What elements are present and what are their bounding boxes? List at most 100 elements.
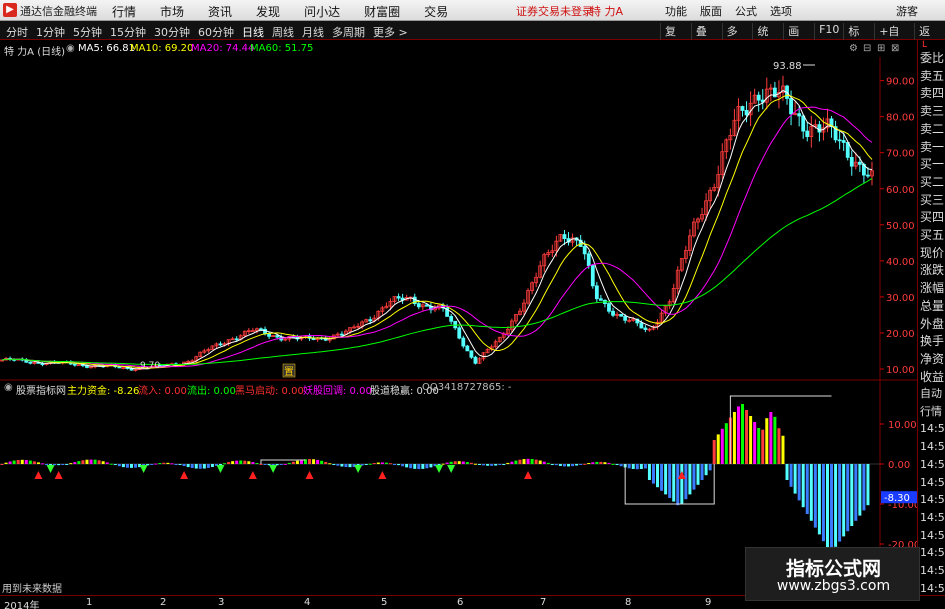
time-axis-label: 2 bbox=[160, 597, 167, 608]
tab-auto[interactable]: 自动 bbox=[920, 385, 945, 403]
quote-buy4: 买四 bbox=[920, 210, 945, 225]
quote-sell2: 卖二 bbox=[920, 121, 945, 136]
quote-buy1: 买一 bbox=[920, 157, 945, 172]
indicator-bar bbox=[813, 464, 817, 528]
candle-body bbox=[218, 343, 223, 346]
menu-xuanxiang[interactable]: 选项 bbox=[770, 3, 792, 19]
indicator-bar bbox=[635, 464, 639, 470]
indicator-bar bbox=[4, 462, 8, 464]
tick-time: 14:50 bbox=[920, 475, 945, 489]
period-tab-weekly[interactable]: 周线 bbox=[272, 24, 294, 40]
indicator-bar bbox=[81, 460, 85, 464]
indicator-bar bbox=[668, 464, 672, 498]
menu-gongneng[interactable]: 功能 bbox=[665, 3, 687, 19]
indicator-bar bbox=[712, 440, 716, 464]
trading-login-notice[interactable]: 证券交易未登录 bbox=[516, 3, 593, 19]
period-tab-fenshi[interactable]: 分时 bbox=[6, 24, 28, 40]
menu-zixun[interactable]: 资讯 bbox=[208, 3, 232, 20]
indicator-bar bbox=[251, 462, 255, 464]
indicator-bar bbox=[445, 462, 449, 464]
indicator-bar bbox=[809, 464, 813, 521]
guest-user[interactable]: 游客 bbox=[896, 3, 918, 19]
indicator-bar bbox=[805, 464, 809, 514]
indicator-bar bbox=[453, 461, 457, 464]
period-tab-1min[interactable]: 1分钟 bbox=[36, 24, 65, 40]
chart-background bbox=[0, 40, 917, 595]
indicator-bar bbox=[36, 462, 40, 464]
candle-body bbox=[849, 156, 854, 167]
time-axis-label: 2014年 bbox=[4, 601, 40, 609]
indicator-bar bbox=[105, 462, 109, 464]
indicator-bar bbox=[32, 461, 36, 464]
tick-time: 14:50 bbox=[920, 440, 945, 454]
indicator-settings-icon[interactable]: ◉ bbox=[4, 382, 13, 393]
period-tab-monthly[interactable]: 月线 bbox=[302, 24, 324, 40]
period-tab-15min[interactable]: 15分钟 bbox=[110, 24, 146, 40]
watermark-title: 指标公式网 bbox=[785, 558, 881, 580]
indicator-bar bbox=[336, 464, 340, 466]
tick-time: 14:50 bbox=[920, 457, 945, 471]
menu-caifuquan[interactable]: 财富圈 bbox=[364, 3, 400, 20]
indicator-bar bbox=[490, 464, 494, 466]
indicator-bar bbox=[202, 464, 206, 469]
indicator-bar bbox=[77, 461, 81, 464]
menu-jiaoyi[interactable]: 交易 bbox=[424, 3, 448, 20]
indicator-bar bbox=[797, 464, 801, 501]
quote-buy2: 买二 bbox=[920, 174, 945, 189]
indicator-bar bbox=[550, 464, 554, 465]
indicator-tick-label: 0.00 bbox=[888, 460, 910, 471]
indicator-bar bbox=[8, 461, 12, 464]
time-axis-label: 9 bbox=[705, 597, 712, 608]
menu-bar: ▶ 通达信金融终端 行情 市场 资讯 发现 问小达 财富圈 交易 证券交易未登录… bbox=[0, 0, 945, 21]
panel-maximize-icon[interactable]: ⊞ bbox=[877, 43, 885, 54]
menu-faxian[interactable]: 发现 bbox=[256, 3, 280, 20]
menu-wenxiaoda[interactable]: 问小达 bbox=[304, 3, 340, 20]
indicator-bar bbox=[562, 464, 566, 467]
indicator-bar bbox=[854, 464, 858, 521]
period-tab-60min[interactable]: 60分钟 bbox=[198, 24, 234, 40]
indicator-bar bbox=[769, 412, 773, 464]
period-tab-30min[interactable]: 30分钟 bbox=[154, 24, 190, 40]
indicator-bar bbox=[765, 418, 769, 464]
indicator-bar bbox=[28, 460, 32, 464]
ma-settings-icon[interactable]: ◉ bbox=[66, 43, 75, 54]
panel-settings-icon[interactable]: ⚙ bbox=[849, 43, 858, 54]
price-tick-label: 50.00 bbox=[886, 221, 915, 232]
candle-body bbox=[817, 124, 822, 133]
menu-shichang[interactable]: 市场 bbox=[160, 3, 184, 20]
indicator-bar bbox=[530, 459, 534, 464]
indicator-bar bbox=[676, 464, 680, 506]
candle-body bbox=[619, 313, 624, 317]
price-tick-label: 90.00 bbox=[886, 77, 915, 88]
indicator-bar bbox=[595, 461, 599, 464]
menu-banmian[interactable]: 版面 bbox=[700, 3, 722, 19]
indicator-bar bbox=[838, 464, 842, 542]
indicator-bar bbox=[534, 459, 538, 464]
indicator-bar bbox=[834, 464, 838, 547]
menu-hangqing[interactable]: 行情 bbox=[112, 3, 136, 20]
indicator-bar bbox=[441, 463, 445, 465]
tab-quotes[interactable]: 行情 bbox=[920, 403, 945, 421]
indicator-bar bbox=[692, 464, 696, 490]
indicator-bar bbox=[397, 464, 401, 466]
indicator-bar bbox=[591, 462, 595, 464]
panel-minimize-icon[interactable]: ⊟ bbox=[863, 43, 871, 54]
quote-sell1: 卖一 bbox=[920, 139, 945, 154]
chart-canvas[interactable]: 90.00 80.00 70.00 60.00 50.00 40.00 30.00 20.00… bbox=[0, 40, 917, 595]
indicator-bar bbox=[413, 464, 417, 469]
candle-body bbox=[590, 265, 595, 287]
indicator-bar bbox=[858, 464, 862, 516]
menu-gongshi[interactable]: 公式 bbox=[735, 3, 757, 19]
indicator-bar bbox=[793, 464, 797, 494]
period-tab-daily[interactable]: 日线 bbox=[242, 24, 264, 40]
indicator-bar bbox=[287, 462, 291, 464]
indicator-bar bbox=[388, 463, 392, 465]
indicator-bar bbox=[279, 464, 283, 465]
indicator-bar bbox=[121, 464, 125, 468]
period-tab-5min[interactable]: 5分钟 bbox=[73, 24, 102, 40]
period-tab-multi[interactable]: 多周期 bbox=[332, 24, 365, 40]
tick-time: 14:50 bbox=[920, 510, 945, 524]
panel-close-icon[interactable]: ⊠ bbox=[891, 43, 899, 54]
period-tab-more[interactable]: 更多 > bbox=[373, 24, 408, 40]
indicator-bar bbox=[850, 464, 854, 526]
